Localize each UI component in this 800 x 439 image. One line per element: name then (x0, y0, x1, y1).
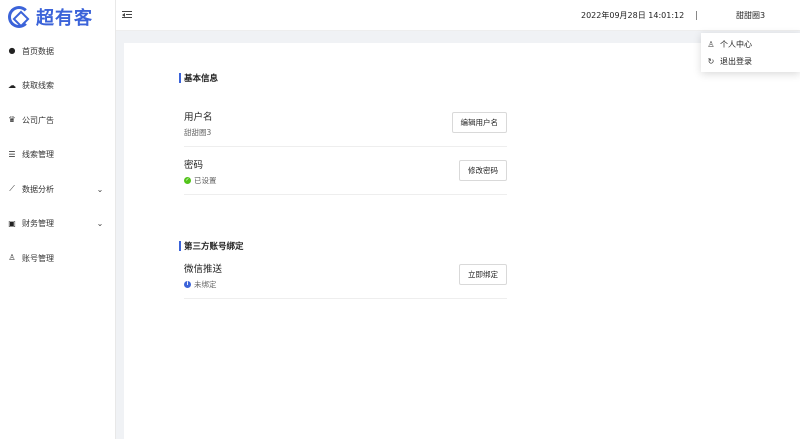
section-title-third-party: 第三方账号绑定 (179, 240, 244, 252)
sidebar-item-label: 数据分析 (22, 184, 54, 194)
dashboard-icon: ● (8, 46, 16, 56)
password-status: ✓ 已设置 (184, 175, 217, 186)
sidebar-item-account[interactable]: ♙ 账号管理 (0, 241, 115, 276)
chevron-down-icon: ⌄ (96, 219, 104, 229)
user-menu-trigger[interactable]: 甜甜圈3 (736, 10, 765, 21)
user-icon: ♙ (8, 253, 16, 263)
user-dropdown-menu: ♙ 个人中心 ↻ 退出登录 (701, 33, 800, 72)
edit-username-button[interactable]: 编辑用户名 (451, 112, 507, 133)
sidebar-item-label: 首页数据 (22, 46, 54, 56)
wechat-label: 微信推送 (184, 264, 223, 275)
sidebar-item-label: 获取线索 (22, 81, 54, 91)
sidebar-item-data-analysis[interactable]: ⟋ 数据分析 ⌄ (0, 172, 115, 207)
menu-fold-icon[interactable] (122, 10, 132, 20)
cloud-icon: ☁ (8, 80, 16, 90)
crown-icon: ♛ (8, 115, 16, 125)
sidebar-item-dashboard[interactable]: ● 首页数据 (0, 34, 115, 69)
sidebar-item-lead-management[interactable]: ☰ 线索管理 (0, 138, 115, 173)
current-datetime: 2022年09月28日 14:01:12 (581, 11, 685, 20)
section-accent-bar (179, 241, 181, 251)
sidebar: 超有客 ● 首页数据 ☁ 获取线索 ♛ 公司广告 ☰ 线索管理 ⟋ 数据分析 ⌄… (0, 0, 116, 439)
logout-icon: ↻ (707, 57, 715, 66)
password-label: 密码 (184, 160, 204, 171)
sidebar-nav: ● 首页数据 ☁ 获取线索 ♛ 公司广告 ☰ 线索管理 ⟋ 数据分析 ⌄ ▣ 财… (0, 34, 115, 276)
money-icon: ▣ (8, 218, 16, 228)
sidebar-item-label: 财务管理 (22, 219, 54, 229)
change-password-button[interactable]: 修改密码 (459, 160, 507, 181)
menu-item-label: 退出登录 (720, 57, 752, 66)
section-title-text: 基本信息 (184, 74, 219, 84)
sidebar-item-company-ads[interactable]: ♛ 公司广告 (0, 103, 115, 138)
username-row: 用户名 甜甜圈3 编辑用户名 (184, 105, 507, 147)
check-circle-icon: ✓ (184, 177, 191, 184)
sidebar-item-label: 公司广告 (22, 115, 54, 125)
user-icon: ♙ (707, 40, 715, 49)
sidebar-item-label: 账号管理 (22, 253, 54, 263)
sidebar-item-finance[interactable]: ▣ 财务管理 ⌄ (0, 207, 115, 242)
info-circle-icon: i (184, 281, 191, 288)
username-label: 用户名 (184, 112, 213, 123)
section-accent-bar (179, 73, 181, 83)
password-row: 密码 ✓ 已设置 修改密码 (184, 153, 507, 195)
section-title-basic-info: 基本信息 (179, 72, 218, 84)
line-chart-icon: ⟋ (9, 184, 15, 194)
sidebar-item-get-leads[interactable]: ☁ 获取线索 (0, 69, 115, 104)
menu-item-profile[interactable]: ♙ 个人中心 (701, 36, 800, 53)
database-icon: ☰ (8, 149, 16, 159)
wechat-status: i 未绑定 (184, 279, 217, 290)
sidebar-item-label: 线索管理 (22, 150, 54, 160)
account-settings-panel: 基本信息 用户名 甜甜圈3 编辑用户名 密码 ✓ 已设置 修改密码 第三方账号绑… (124, 43, 800, 439)
brand-logo[interactable]: 超有客 (0, 0, 115, 34)
menu-item-logout[interactable]: ↻ 退出登录 (701, 53, 800, 70)
header-divider (696, 11, 697, 20)
wechat-status-text: 未绑定 (194, 280, 217, 289)
logo-icon (8, 6, 30, 28)
brand-name: 超有客 (36, 8, 93, 29)
username-value: 甜甜圈3 (184, 128, 212, 137)
top-header: 2022年09月28日 14:01:12 甜甜圈3 (116, 0, 800, 31)
section-title-text: 第三方账号绑定 (184, 242, 244, 252)
bind-wechat-button[interactable]: 立即绑定 (459, 264, 507, 285)
password-status-text: 已设置 (194, 176, 217, 185)
menu-item-label: 个人中心 (720, 40, 752, 49)
wechat-row: 微信推送 i 未绑定 立即绑定 (184, 257, 507, 299)
chevron-down-icon: ⌄ (96, 184, 104, 194)
